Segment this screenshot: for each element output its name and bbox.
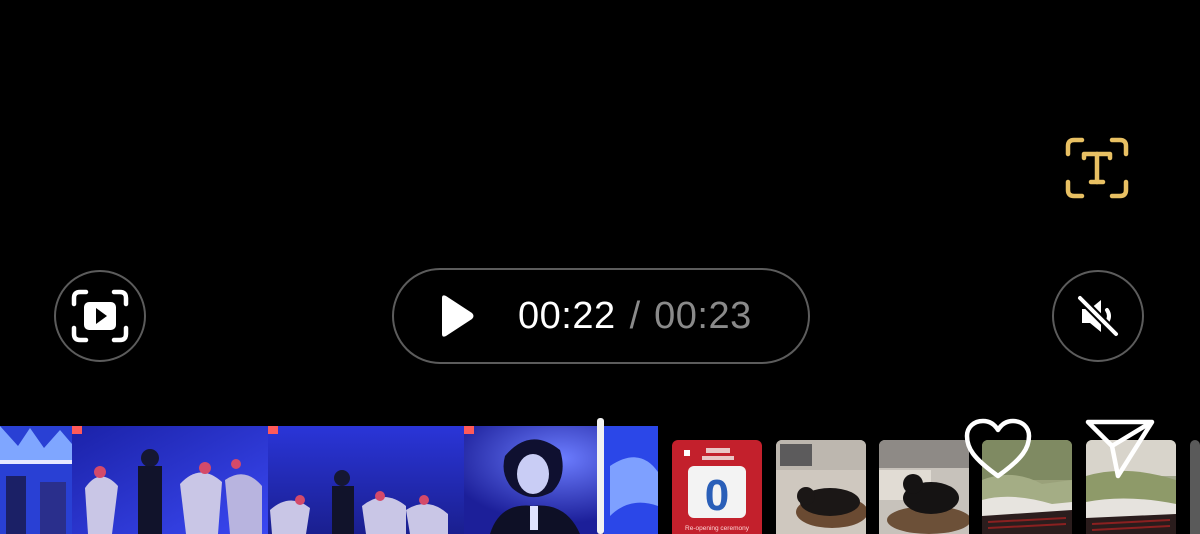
heart-icon [964, 418, 1032, 479]
video-timeline[interactable] [0, 426, 658, 534]
poster-caption: Re-opening ceremony [685, 525, 750, 532]
volume-muted-icon [1077, 295, 1119, 337]
timeline-frame [0, 426, 72, 534]
gallery-thumbnail[interactable] [776, 440, 866, 534]
timeline-frame [464, 426, 658, 534]
timeline-frame [72, 426, 268, 534]
video-viewer: 00:22 / 00:23 0 Re-opening ceremony [0, 0, 1200, 534]
current-time: 00:22 [518, 294, 616, 337]
time-separator: / [629, 294, 641, 337]
playback-controls: 00:22 / 00:23 [392, 268, 810, 364]
mute-button[interactable] [1052, 270, 1144, 362]
poster-image: 0 Re-opening ceremony [672, 440, 762, 534]
cat-photo [776, 440, 866, 534]
timeline-frame [268, 426, 464, 534]
photo-partial [1190, 440, 1200, 534]
screen-capture-icon [71, 289, 129, 343]
share-button[interactable] [1084, 416, 1156, 480]
text-recognition-icon [1065, 137, 1129, 199]
timeline-frames [0, 426, 658, 534]
text-recognition-button[interactable] [1064, 136, 1130, 200]
gallery-thumbnail[interactable]: 0 Re-opening ceremony [672, 440, 762, 534]
gallery-thumbnail[interactable] [879, 440, 969, 534]
timeline-playhead[interactable] [597, 418, 604, 534]
poster-number: 0 [705, 471, 729, 520]
total-duration: 00:23 [654, 294, 752, 337]
gallery-thumbnail[interactable] [1190, 440, 1200, 534]
send-icon [1085, 419, 1155, 479]
play-button[interactable] [436, 293, 476, 339]
play-icon [442, 295, 474, 337]
capture-button[interactable] [54, 270, 146, 362]
favorite-button[interactable] [963, 418, 1033, 480]
cat-photo [879, 440, 969, 534]
